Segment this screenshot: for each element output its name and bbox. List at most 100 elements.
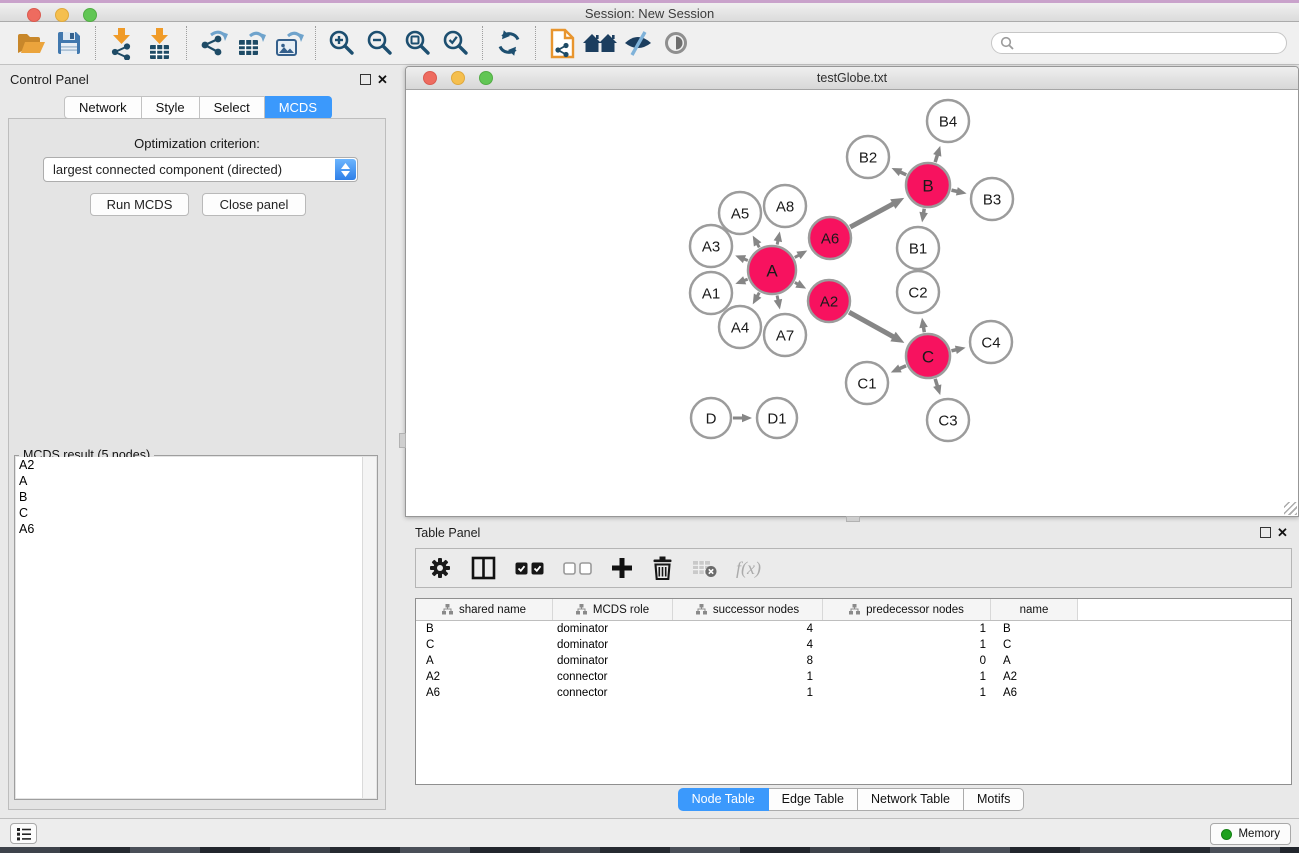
export-network-icon[interactable] xyxy=(194,25,232,61)
table-cell[interactable]: connector xyxy=(553,671,673,683)
open-folder-icon[interactable] xyxy=(12,25,50,61)
close-panel-icon[interactable]: ✕ xyxy=(376,73,389,86)
table-cell[interactable]: A2 xyxy=(991,671,1078,683)
search-field[interactable] xyxy=(991,32,1287,54)
float-table-panel-icon[interactable] xyxy=(1260,527,1271,538)
export-image-icon[interactable] xyxy=(270,25,308,61)
column-header-predecessor-nodes[interactable]: predecessor nodes xyxy=(823,599,991,620)
hide-graphics-details-icon[interactable] xyxy=(619,25,657,61)
search-input[interactable] xyxy=(1019,35,1278,51)
table-row[interactable]: A6connector11A6 xyxy=(416,685,1291,701)
table-cell[interactable]: connector xyxy=(553,687,673,699)
node-table-header: shared name MCDS role successor nodes pr… xyxy=(416,599,1291,621)
float-panel-icon[interactable] xyxy=(360,74,371,85)
zoom-fit-icon[interactable] xyxy=(399,25,437,61)
table-row[interactable]: Cdominator41C xyxy=(416,637,1291,653)
function-builder-icon[interactable]: f(x) xyxy=(736,558,761,579)
list-icon xyxy=(16,827,32,841)
edge-arrowhead xyxy=(742,414,752,423)
homes-icon[interactable] xyxy=(581,25,619,61)
import-table-icon[interactable] xyxy=(141,25,179,61)
table-cell[interactable]: A xyxy=(416,655,553,667)
table-cell[interactable]: A6 xyxy=(991,687,1078,699)
memory-label: Memory xyxy=(1238,828,1280,840)
memory-button[interactable]: Memory xyxy=(1210,823,1291,845)
network-edge-A6-B[interactable] xyxy=(850,203,894,227)
table-cell[interactable]: 0 xyxy=(823,655,991,667)
table-cell[interactable]: B xyxy=(416,623,553,635)
mcds-result-item[interactable]: B xyxy=(16,489,376,505)
network-edge-A2-C[interactable] xyxy=(849,312,895,337)
column-header-mcds-role[interactable]: MCDS role xyxy=(553,599,673,620)
tab-mcds[interactable]: MCDS xyxy=(265,96,332,119)
close-table-panel-icon[interactable]: ✕ xyxy=(1276,526,1289,539)
resize-grip[interactable] xyxy=(1284,502,1297,515)
column-header-shared-name[interactable]: shared name xyxy=(416,599,553,620)
add-column-icon[interactable] xyxy=(611,557,633,579)
network-canvas[interactable]: AA1A2A3A4A5A6A7A8BB1B2B3B4CC1C2C3C4DD1 xyxy=(407,90,1297,515)
window-title: Session: New Session xyxy=(0,6,1299,21)
table-cell[interactable]: 1 xyxy=(823,687,991,699)
tab-edge-table[interactable]: Edge Table xyxy=(769,788,858,811)
table-cell[interactable]: 1 xyxy=(823,623,991,635)
columns-icon[interactable] xyxy=(471,556,496,580)
column-header-successor-nodes[interactable]: successor nodes xyxy=(673,599,823,620)
tab-select[interactable]: Select xyxy=(200,96,265,119)
close-panel-button[interactable]: Close panel xyxy=(202,193,306,216)
run-mcds-button[interactable]: Run MCDS xyxy=(90,193,189,216)
gear-icon[interactable] xyxy=(428,556,452,580)
table-cell[interactable]: A6 xyxy=(416,687,553,699)
zoom-out-icon[interactable] xyxy=(361,25,399,61)
zoom-in-icon[interactable] xyxy=(323,25,361,61)
table-cell[interactable]: B xyxy=(991,623,1078,635)
table-cell[interactable]: 4 xyxy=(673,639,823,651)
table-cell[interactable]: dominator xyxy=(553,639,673,651)
zoom-selected-icon[interactable] xyxy=(437,25,475,61)
table-row[interactable]: Bdominator41B xyxy=(416,621,1291,637)
task-history-button[interactable] xyxy=(10,823,37,844)
save-icon[interactable] xyxy=(50,25,88,61)
table-cell[interactable]: 1 xyxy=(673,687,823,699)
deselect-all-icon[interactable] xyxy=(563,562,592,575)
refresh-icon[interactable] xyxy=(490,25,528,61)
node-label: B xyxy=(922,177,933,196)
tab-style[interactable]: Style xyxy=(142,96,200,119)
table-cell[interactable]: C xyxy=(416,639,553,651)
mcds-result-item[interactable]: A xyxy=(16,473,376,489)
network-window-titlebar[interactable]: testGlobe.txt xyxy=(406,67,1298,90)
vertical-scrollbar-thumb[interactable] xyxy=(399,433,406,448)
column-label: name xyxy=(1020,604,1049,616)
table-cell[interactable]: 1 xyxy=(673,671,823,683)
table-cell[interactable]: 1 xyxy=(823,639,991,651)
table-row[interactable]: Adominator80A xyxy=(416,653,1291,669)
network-document-icon[interactable] xyxy=(543,25,581,61)
table-cell[interactable]: 8 xyxy=(673,655,823,667)
table-cell[interactable]: dominator xyxy=(553,623,673,635)
mcds-tab-content: Optimization criterion: largest connecte… xyxy=(8,118,386,810)
grayscale-eye-icon[interactable] xyxy=(657,25,695,61)
tab-motifs[interactable]: Motifs xyxy=(964,788,1024,811)
mcds-result-list[interactable]: A2ABCA6 xyxy=(16,457,376,798)
table-cell[interactable]: 4 xyxy=(673,623,823,635)
mcds-result-item[interactable]: C xyxy=(16,505,376,521)
column-header-name[interactable]: name xyxy=(991,599,1078,620)
table-cell[interactable]: A2 xyxy=(416,671,553,683)
table-cell[interactable]: 1 xyxy=(823,671,991,683)
table-panel-title: Table Panel xyxy=(415,526,480,540)
table-cell[interactable]: dominator xyxy=(553,655,673,667)
export-table-icon[interactable] xyxy=(232,25,270,61)
select-all-icon[interactable] xyxy=(515,562,544,575)
tab-network-table[interactable]: Network Table xyxy=(858,788,964,811)
table-row[interactable]: A2connector11A2 xyxy=(416,669,1291,685)
tab-network[interactable]: Network xyxy=(64,96,142,119)
table-cell[interactable]: C xyxy=(991,639,1078,651)
result-list-scrollbar[interactable] xyxy=(362,457,376,798)
table-cell[interactable]: A xyxy=(991,655,1078,667)
import-network-icon[interactable] xyxy=(103,25,141,61)
mcds-result-item[interactable]: A2 xyxy=(16,457,376,473)
mcds-result-item[interactable]: A6 xyxy=(16,521,376,537)
delete-table-icon[interactable] xyxy=(692,558,717,578)
optimization-criterion-select[interactable]: largest connected component (directed) xyxy=(43,157,358,182)
delete-column-icon[interactable] xyxy=(652,556,673,580)
tab-node-table[interactable]: Node Table xyxy=(678,788,769,811)
